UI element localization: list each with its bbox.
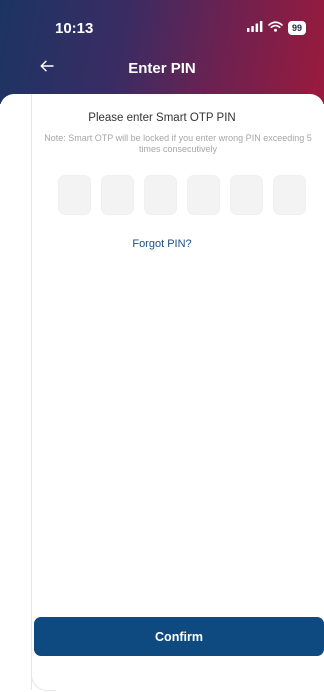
pin-digit-box[interactable] [101, 175, 134, 215]
nav-bar: Enter PIN [0, 52, 324, 84]
pin-prompt-title: Please enter Smart OTP PIN [88, 112, 236, 124]
status-icons: 99 [246, 19, 306, 37]
forgot-pin-link[interactable]: Forgot PIN? [0, 238, 324, 250]
page-title: Enter PIN [128, 60, 196, 77]
pin-input-group[interactable] [58, 175, 306, 215]
battery-indicator: 99 [287, 21, 306, 35]
pin-digit-box[interactable] [58, 175, 91, 215]
signal-bars-icon [246, 19, 263, 37]
enter-pin-screen: 10:13 99 Enter PIN Please enter Smart OT… [0, 0, 324, 692]
content-edge-divider [31, 94, 32, 690]
wifi-icon [268, 19, 283, 37]
pin-digit-box[interactable] [187, 175, 220, 215]
pin-lock-note: Note: Smart OTP will be locked if you en… [44, 133, 312, 154]
pin-digit-box[interactable] [273, 175, 306, 215]
header-background: 10:13 99 Enter PIN [0, 0, 324, 104]
pin-digit-box[interactable] [144, 175, 177, 215]
confirm-button[interactable]: Confirm [34, 617, 324, 656]
pin-digit-box[interactable] [230, 175, 263, 215]
status-time: 10:13 [55, 20, 94, 37]
status-bar: 10:13 99 [0, 0, 324, 44]
